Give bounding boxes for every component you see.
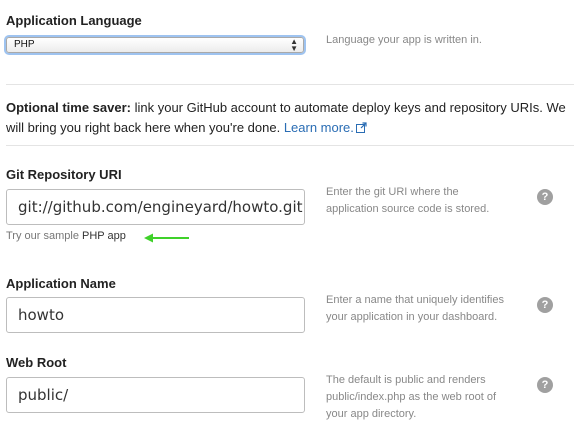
git-repo-hint: Enter the git URI where the application … bbox=[326, 184, 489, 218]
app-name-hint-line: your application in your dashboard. bbox=[326, 311, 498, 323]
app-language-label: Application Language bbox=[6, 13, 142, 28]
time-saver-text: Optional time saver: link your GitHub ac… bbox=[6, 98, 571, 138]
git-repo-input[interactable]: git://github.com/engineyard/howto.git bbox=[6, 189, 305, 225]
app-name-label: Application Name bbox=[6, 276, 116, 291]
git-repo-hint-line: application source code is stored. bbox=[326, 203, 490, 215]
app-name-hint-line: Enter a name that uniquely identifies bbox=[326, 294, 504, 306]
divider bbox=[6, 145, 574, 146]
app-name-input[interactable]: howto bbox=[6, 297, 305, 333]
app-language-selected-value: PHP bbox=[14, 39, 35, 50]
green-arrow-icon bbox=[144, 233, 189, 243]
help-icon[interactable]: ? bbox=[537, 297, 553, 313]
select-arrows-icon: ▲ ▼ bbox=[290, 37, 298, 53]
help-icon[interactable]: ? bbox=[537, 189, 553, 205]
time-saver-bold: Optional time saver: bbox=[6, 100, 131, 115]
sample-prefix: Try our sample bbox=[6, 230, 79, 242]
help-icon[interactable]: ? bbox=[537, 377, 553, 393]
divider bbox=[6, 84, 574, 85]
git-repo-hint-line: Enter the git URI where the bbox=[326, 186, 459, 198]
web-root-hint-line: your app directory. bbox=[326, 408, 417, 420]
web-root-hint: The default is public and renders public… bbox=[326, 372, 496, 423]
external-link-icon bbox=[355, 122, 367, 133]
app-language-hint: Language your app is written in. bbox=[326, 34, 482, 46]
app-language-select[interactable]: PHP ▲ ▼ bbox=[6, 37, 304, 53]
learn-more-link[interactable]: Learn more. bbox=[284, 120, 367, 135]
sample-app-text: Try our sample PHP app bbox=[6, 230, 126, 242]
web-root-label: Web Root bbox=[6, 355, 67, 370]
web-root-hint-line: The default is public and renders bbox=[326, 374, 486, 386]
web-root-input[interactable]: public/ bbox=[6, 377, 305, 413]
app-name-hint: Enter a name that uniquely identifies yo… bbox=[326, 292, 504, 326]
learn-more-label: Learn more. bbox=[283, 120, 354, 135]
web-root-hint-line: public/index.php as the web root of bbox=[326, 391, 497, 403]
sample-php-app-link[interactable]: PHP app bbox=[82, 230, 126, 242]
git-repo-label: Git Repository URI bbox=[6, 167, 122, 182]
